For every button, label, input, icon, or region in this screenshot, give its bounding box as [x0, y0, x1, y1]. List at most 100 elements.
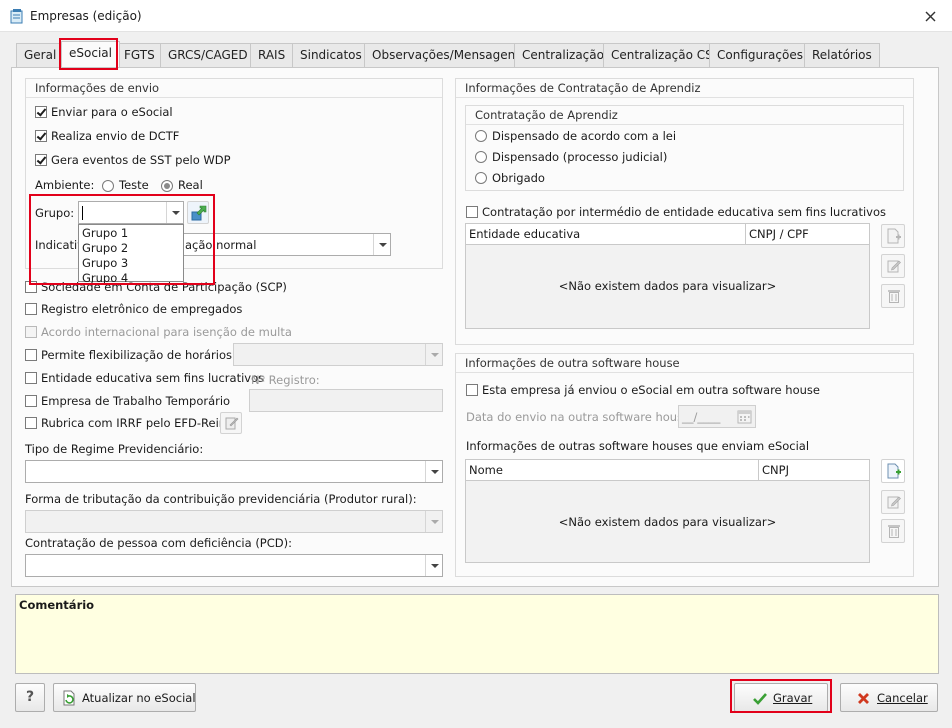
intermedio-entidade-label: Contratação por intermédio de entidade e… [482, 205, 886, 219]
software-add-button[interactable] [881, 459, 905, 483]
software-delete-button[interactable] [881, 519, 905, 543]
entidade-edit-button[interactable] [881, 254, 905, 278]
trabalho-temporario-checkbox[interactable] [25, 395, 37, 407]
trash-icon [888, 290, 900, 303]
enviar-esocial-label: Enviar para o eSocial [51, 105, 173, 119]
enviar-esocial-checkbox[interactable] [35, 106, 47, 118]
software-grid: Nome CNPJ <Não existem dados para visual… [465, 459, 870, 563]
aprendiz-dispensado-judicial-radio[interactable] [475, 151, 487, 163]
entidade-grid-header: Entidade educativa CNPJ / CPF [466, 224, 869, 245]
flexibilizacao-combobox[interactable] [233, 343, 443, 366]
edit-icon [887, 496, 901, 509]
tab-relatorios[interactable]: Relatórios [804, 43, 880, 67]
help-button[interactable]: ? [15, 683, 45, 712]
flexibilizacao-dropdown-arrow[interactable] [425, 344, 442, 365]
flexibilizacao-checkbox[interactable] [25, 349, 37, 361]
ambiente-teste-radio[interactable] [102, 180, 114, 192]
registro-eletronico-checkbox[interactable] [25, 303, 37, 315]
ambiente-teste-label: Teste [119, 178, 149, 192]
entidade-educativa-checkbox[interactable] [25, 372, 37, 384]
tab-observacoes[interactable]: Observações/Mensagens [364, 43, 530, 67]
highlight-grupo [29, 194, 215, 285]
tab-rais[interactable]: RAIS [250, 43, 294, 67]
group-envio-title: Informações de envio [26, 79, 442, 98]
sst-label: Gera eventos de SST pelo WDP [51, 153, 231, 167]
group-contratacao-title: Contratação de Aprendiz [466, 106, 903, 125]
aprendiz-dispensado-lei-label: Dispensado de acordo com a lei [492, 129, 677, 143]
rubrica-irrf-checkbox[interactable] [25, 417, 37, 429]
group-aprendiz-title: Informações de Contratação de Aprendiz [456, 79, 913, 98]
atualizar-esocial-label: Atualizar no eSocial [82, 691, 196, 705]
entidade-add-button[interactable] [881, 224, 905, 248]
entidade-grid: Entidade educativa CNPJ / CPF <Não exist… [465, 223, 870, 329]
add-document-icon [887, 463, 901, 479]
col-nome[interactable]: Nome [469, 463, 503, 477]
data-envio-input[interactable]: __/____ [678, 405, 756, 428]
tributacao-label: Forma de tributação da contribuição prev… [25, 492, 417, 506]
trabalho-temporario-label: Empresa de Trabalho Temporário [41, 394, 231, 408]
tab-grcs-caged[interactable]: GRCS/CAGED [160, 43, 256, 67]
registro-eletronico-label: Registro eletrônico de empregados [41, 302, 243, 316]
regime-combobox[interactable] [25, 460, 443, 483]
col-divider [745, 224, 746, 244]
entidade-delete-button[interactable] [881, 284, 905, 308]
tab-centralizacao[interactable]: Centralização [514, 43, 612, 67]
col-cnpj-cpf[interactable]: CNPJ / CPF [749, 227, 809, 241]
ambiente-label: Ambiente: [35, 178, 95, 192]
entidade-grid-empty: <Não existem dados para visualizar> [558, 279, 777, 293]
pcd-label: Contratação de pessoa com deficiência (P… [25, 536, 292, 550]
software-grid-header: Nome CNPJ [466, 460, 869, 481]
tab-configuracoes[interactable]: Configurações [709, 43, 811, 67]
software-edit-button[interactable] [881, 490, 905, 514]
tab-centralizacao-cs[interactable]: Centralização CS [603, 43, 721, 67]
entidade-educativa-label: Entidade educativa sem fins lucrativos [41, 371, 265, 385]
aprendiz-dispensado-lei-radio[interactable] [475, 130, 487, 142]
outra-software-label: Esta empresa já enviou o eSocial em outr… [482, 383, 820, 397]
pcd-dropdown-arrow[interactable] [425, 555, 442, 576]
data-envio-value: __/____ [682, 410, 721, 424]
trash-icon [888, 525, 900, 538]
intermedio-entidade-checkbox[interactable] [466, 206, 478, 218]
edit-icon [887, 260, 901, 273]
ambiente-real-radio[interactable] [161, 180, 173, 192]
indicativo-dropdown-arrow[interactable] [373, 234, 390, 255]
cancel-x-icon [858, 693, 869, 704]
cancelar-label: Cancelar [877, 691, 928, 705]
rubrica-irrf-label: Rubrica com IRRF pelo EFD-Reinf [41, 416, 231, 430]
aprendiz-obrigado-radio[interactable] [475, 172, 487, 184]
acordo-checkbox[interactable] [25, 326, 37, 338]
cancelar-button[interactable]: Cancelar [840, 683, 938, 712]
tab-geral[interactable]: Geral [16, 43, 65, 67]
tab-sindicatos[interactable]: Sindicatos [292, 43, 370, 67]
col-cnpj[interactable]: CNPJ [762, 463, 789, 477]
refresh-document-icon [63, 690, 75, 706]
comment-area[interactable]: Comentário [15, 594, 939, 674]
ambiente-real-label: Real [178, 178, 203, 192]
acordo-label: Acordo internacional para isenção de mul… [41, 325, 292, 339]
outra-software-checkbox[interactable] [466, 384, 478, 396]
data-envio-label: Data do envio na outra software house: [466, 410, 695, 424]
tributacao-combobox[interactable] [25, 510, 443, 533]
calendar-icon[interactable] [737, 409, 752, 424]
regime-dropdown-arrow[interactable] [425, 461, 442, 482]
software-grid-empty: <Não existem dados para visualizar> [558, 515, 777, 529]
dctf-checkbox[interactable] [35, 130, 47, 142]
close-icon[interactable] [925, 11, 936, 22]
window-title: Empresas (edição) [30, 9, 142, 23]
col-entidade[interactable]: Entidade educativa [469, 227, 580, 241]
atualizar-esocial-button[interactable]: Atualizar no eSocial [53, 683, 196, 712]
tab-fgts[interactable]: FGTS [116, 43, 163, 67]
highlight-gravar [730, 679, 832, 713]
pcd-combobox[interactable] [25, 554, 443, 577]
edit-document-icon [225, 417, 239, 430]
tributacao-dropdown-arrow[interactable] [425, 511, 442, 532]
outras-software-label: Informações de outras software houses qu… [466, 439, 810, 453]
flexibilizacao-label: Permite flexibilização de horários [41, 348, 232, 362]
dctf-label: Realiza envio de DCTF [51, 129, 180, 143]
numero-registro-input[interactable] [249, 389, 443, 412]
sst-checkbox[interactable] [35, 154, 47, 166]
comment-label: Comentário [19, 598, 95, 612]
group-software-title: Informações de outra software house [456, 354, 913, 373]
numero-registro-label: Nº Registro: [251, 373, 320, 387]
rubrica-config-button[interactable] [220, 412, 242, 434]
